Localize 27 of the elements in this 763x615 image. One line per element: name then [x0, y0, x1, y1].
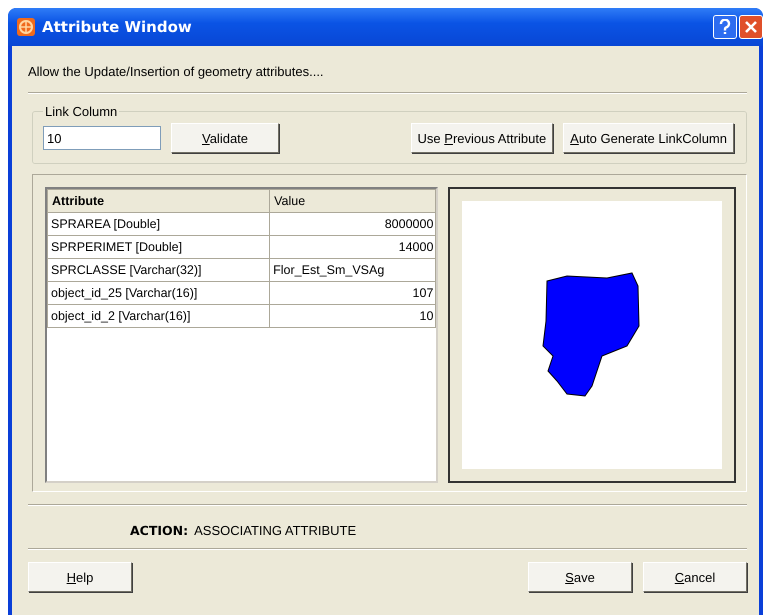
validate-button[interactable]: Validate	[171, 123, 279, 153]
table-cell: 14000	[270, 236, 436, 258]
action-button[interactable]: Use Previous Attribute	[410, 123, 554, 153]
table-cell: 107	[270, 282, 436, 304]
group-label: Link Column	[44, 104, 118, 119]
action-label: ACTION:	[130, 522, 188, 538]
column-header[interactable]: Value	[270, 190, 436, 212]
column-header[interactable]: Attribute	[48, 190, 270, 212]
save-button[interactable]: Save	[528, 562, 632, 592]
help-button[interactable]: Help	[28, 562, 132, 592]
action-status: ASSOCIATING ATTRIBUTE	[194, 522, 356, 538]
cancel-button[interactable]: Cancel	[643, 562, 747, 592]
help-icon[interactable]	[713, 15, 737, 39]
table-cell: SPRCLASSE [Varchar(32)]	[48, 258, 270, 282]
description-text: Allow the Update/Insertion of geometry attributes....	[28, 64, 325, 81]
app-icon	[16, 17, 36, 37]
window-title: Attribute Window	[42, 18, 192, 36]
table-cell: 8000000	[270, 212, 436, 236]
close-icon[interactable]	[739, 15, 763, 39]
link-column-field[interactable]: 10	[43, 126, 161, 150]
table-cell: SPRAREA [Double]	[48, 212, 270, 236]
table-cell: Flor_Est_Sm_VSAg	[270, 258, 436, 282]
action-button[interactable]: Auto Generate LinkColumn	[563, 123, 734, 153]
table-cell: object_id_2 [Varchar(16)]	[48, 304, 270, 328]
table-cell: SPRPERIMET [Double]	[48, 236, 270, 258]
table-cell: object_id_25 [Varchar(16)]	[48, 282, 270, 304]
table-cell: 10	[270, 304, 436, 328]
